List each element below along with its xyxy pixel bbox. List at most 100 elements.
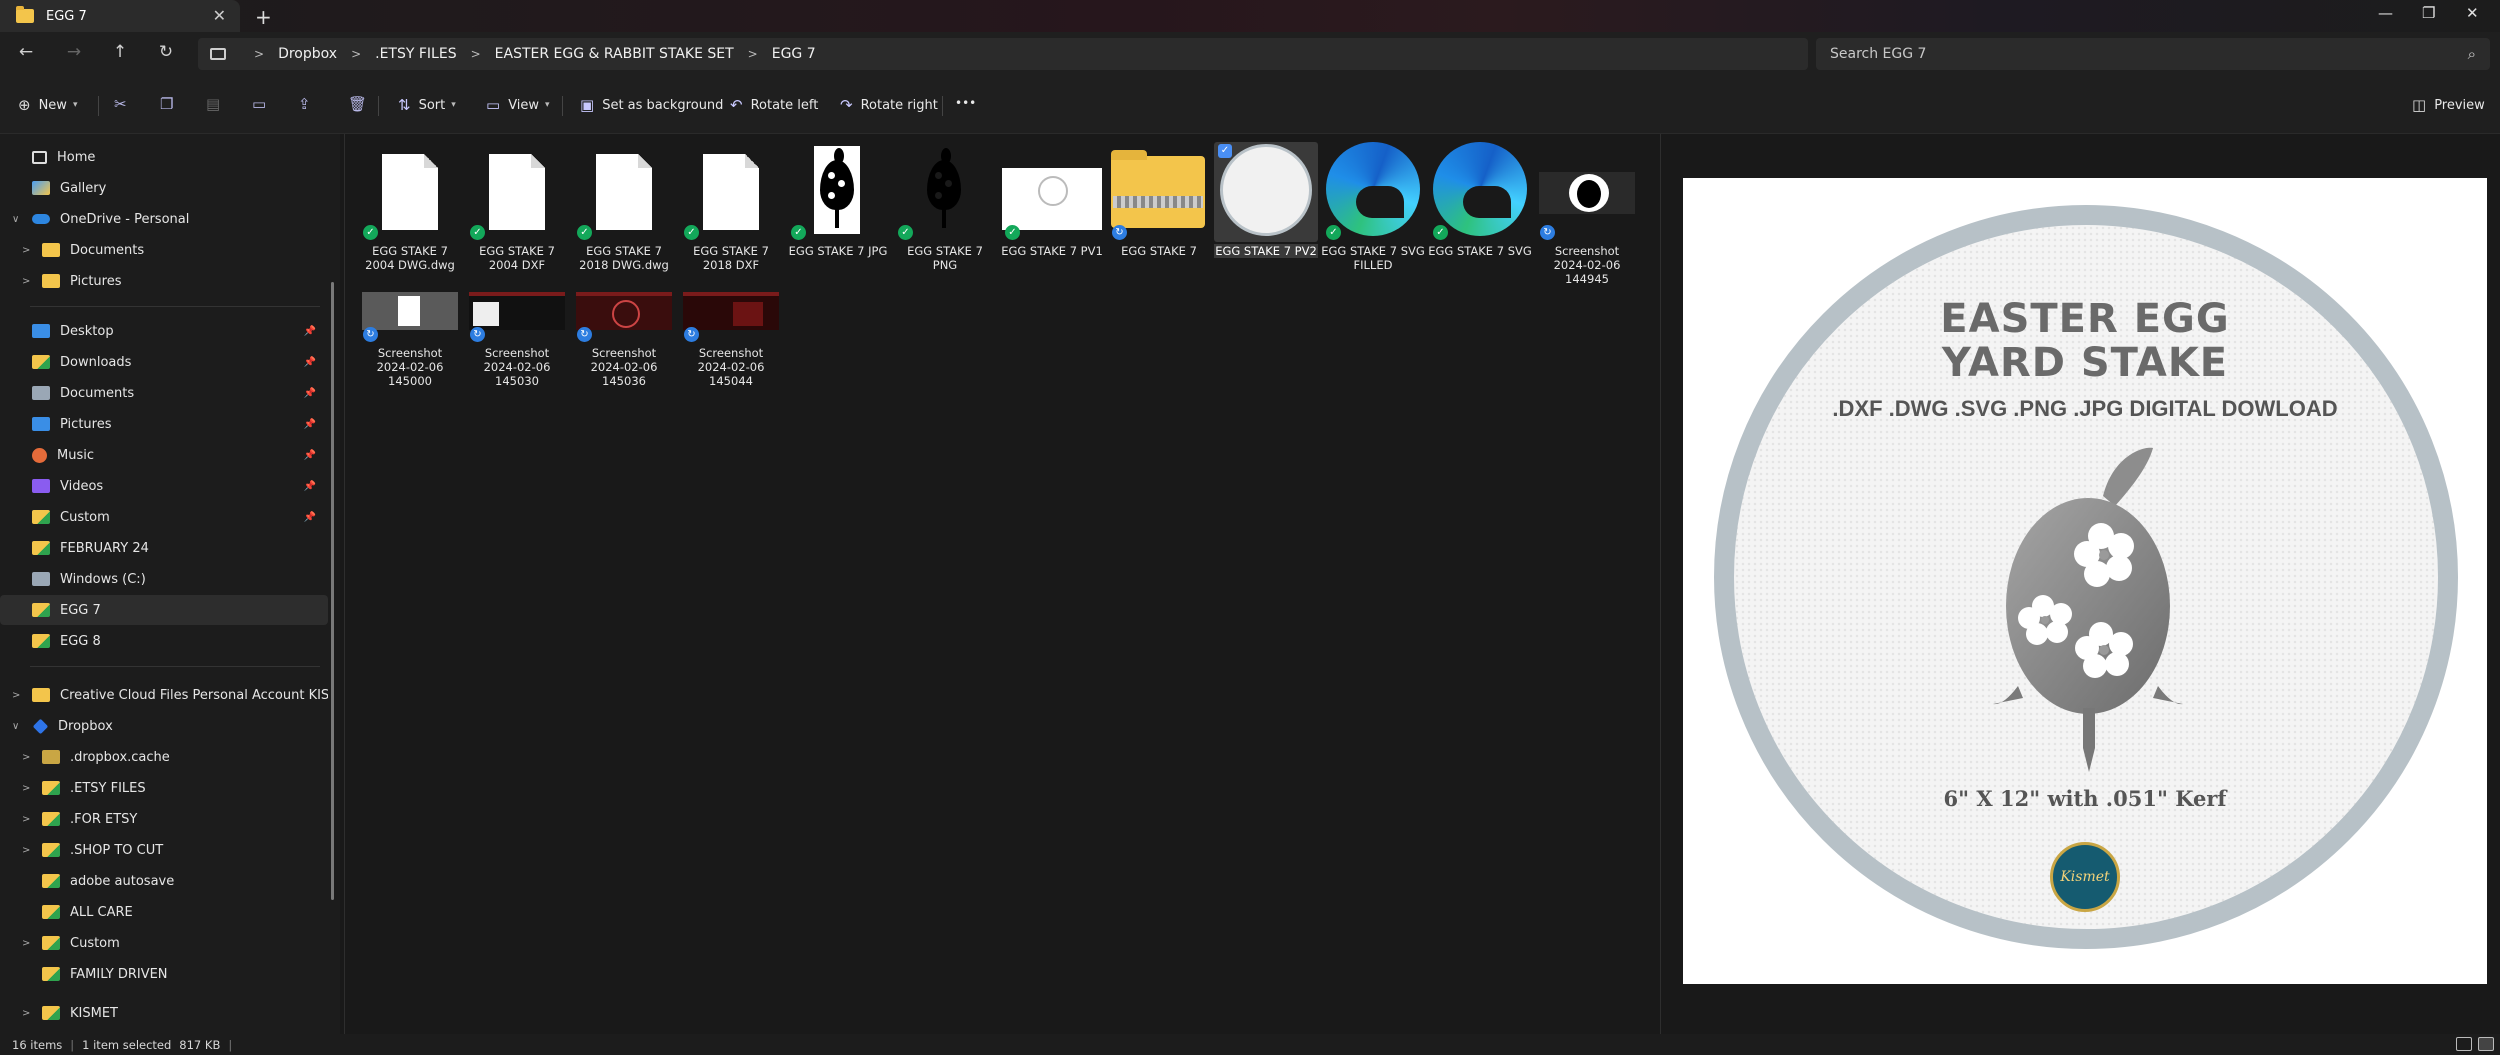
file-item-egg-stake-7-2018-dxf[interactable]: ✓ EGG STAKE 7 2018 DXF bbox=[679, 142, 783, 272]
rename-icon[interactable]: ▭ bbox=[252, 95, 266, 113]
chevron-right-icon[interactable]: > bbox=[12, 690, 20, 701]
preview-divider[interactable] bbox=[1660, 134, 1661, 1034]
file-item-egg-stake-7-pv2[interactable]: ✓ EGG STAKE 7 PV2 bbox=[1214, 142, 1318, 258]
sidebar-item-kismet[interactable]: > KISMET bbox=[0, 1000, 328, 1026]
sidebar-item-onedrive-pictures[interactable]: > Pictures bbox=[0, 266, 328, 296]
pin-icon[interactable]: 📌 bbox=[304, 512, 316, 523]
sidebar-item-creative-cloud[interactable]: > Creative Cloud Files Personal Account … bbox=[0, 680, 328, 710]
more-options-button[interactable]: ••• bbox=[955, 96, 976, 110]
sidebar-item-desktop[interactable]: Desktop 📌 bbox=[0, 316, 328, 346]
rotate-left-button[interactable]: ↶ Rotate left bbox=[730, 96, 818, 114]
chevron-right-icon[interactable]: > bbox=[22, 845, 30, 856]
tab-egg-7[interactable]: EGG 7 ✕ bbox=[0, 0, 240, 32]
sidebar-item-gallery[interactable]: Gallery bbox=[0, 173, 328, 203]
search-input[interactable]: Search EGG 7 ⌕ bbox=[1816, 38, 2490, 70]
file-item-egg-stake-7-svg-filled[interactable]: ✓ EGG STAKE 7 SVG FILLED bbox=[1321, 142, 1425, 272]
minimize-button[interactable]: — bbox=[2378, 4, 2393, 22]
file-item-screenshot-145044[interactable]: ↻ Screenshot 2024-02-06 145044 bbox=[679, 282, 783, 388]
sidebar-item-custom-dropbox[interactable]: > Custom bbox=[0, 928, 328, 958]
breadcrumb-etsy-files[interactable]: .ETSY FILES bbox=[375, 46, 456, 62]
sidebar-item-dropbox-cache[interactable]: > .dropbox.cache bbox=[0, 742, 328, 772]
sidebar-item-egg-8[interactable]: EGG 8 bbox=[0, 626, 328, 656]
sidebar-item-onedrive[interactable]: ∨ OneDrive - Personal bbox=[0, 204, 328, 234]
delete-icon[interactable]: 🗑 bbox=[348, 95, 367, 113]
file-item-egg-stake-7-jpg[interactable]: ✓ EGG STAKE 7 JPG bbox=[786, 142, 890, 258]
pin-icon[interactable]: 📌 bbox=[304, 357, 316, 368]
chevron-right-icon[interactable]: > bbox=[22, 814, 30, 825]
sidebar-item-downloads[interactable]: Downloads 📌 bbox=[0, 347, 328, 377]
file-item-screenshot-145000[interactable]: ↻ Screenshot 2024-02-06 145000 bbox=[358, 282, 462, 388]
chevron-down-icon[interactable]: ∨ bbox=[12, 214, 19, 225]
set-as-background-button[interactable]: ▣ Set as background bbox=[580, 96, 723, 114]
sidebar-item-etsy-files[interactable]: > .ETSY FILES bbox=[0, 773, 328, 803]
view-button[interactable]: ▭ View ▾ bbox=[486, 96, 550, 114]
rotate-right-button[interactable]: ↷ Rotate right bbox=[840, 96, 938, 114]
chevron-right-icon[interactable]: > bbox=[22, 752, 30, 763]
file-item-egg-stake-7-2004-dxf[interactable]: ✓ EGG STAKE 7 2004 DXF bbox=[465, 142, 569, 272]
sidebar-item-windows-c[interactable]: Windows (C:) bbox=[0, 564, 328, 594]
sidebar-item-home[interactable]: Home bbox=[0, 142, 328, 172]
large-icons-view-icon[interactable] bbox=[2478, 1037, 2494, 1051]
file-item-screenshot-144945[interactable]: ↻ Screenshot 2024-02-06 144945 bbox=[1535, 142, 1639, 286]
chevron-right-icon[interactable]: > bbox=[254, 47, 264, 61]
sidebar-item-documents[interactable]: Documents 📌 bbox=[0, 378, 328, 408]
this-pc-icon[interactable] bbox=[210, 48, 226, 60]
file-item-egg-stake-7-svg[interactable]: ✓ EGG STAKE 7 SVG bbox=[1428, 142, 1532, 258]
pin-icon[interactable]: 📌 bbox=[304, 326, 316, 337]
sidebar-item-onedrive-documents[interactable]: > Documents bbox=[0, 235, 328, 265]
sidebar-item-february-24[interactable]: FEBRUARY 24 bbox=[0, 533, 328, 563]
pin-icon[interactable]: 📌 bbox=[304, 388, 316, 399]
paste-icon[interactable]: ▤ bbox=[206, 95, 220, 113]
close-window-button[interactable]: ✕ bbox=[2466, 4, 2479, 22]
chevron-right-icon[interactable]: > bbox=[22, 1008, 30, 1019]
file-item-egg-stake-7-pv1[interactable]: ✓ EGG STAKE 7 PV1 bbox=[1000, 142, 1104, 258]
chevron-right-icon[interactable]: > bbox=[22, 938, 30, 949]
sidebar-item-music[interactable]: Music 📌 bbox=[0, 440, 328, 470]
search-icon[interactable]: ⌕ bbox=[2468, 45, 2476, 63]
chevron-right-icon[interactable]: > bbox=[22, 276, 30, 287]
cut-icon[interactable]: ✂ bbox=[114, 95, 127, 113]
sidebar-item-for-etsy[interactable]: > .FOR ETSY bbox=[0, 804, 328, 834]
sidebar-item-videos[interactable]: Videos 📌 bbox=[0, 471, 328, 501]
back-button[interactable]: ← bbox=[14, 42, 38, 62]
details-view-icon[interactable] bbox=[2456, 1037, 2472, 1051]
pin-icon[interactable]: 📌 bbox=[304, 419, 316, 430]
close-tab-icon[interactable]: ✕ bbox=[213, 6, 226, 25]
chevron-right-icon[interactable]: > bbox=[22, 783, 30, 794]
file-item-egg-stake-7-2018-dwg[interactable]: ✓ EGG STAKE 7 2018 DWG.dwg bbox=[572, 142, 676, 272]
new-button[interactable]: ⊕ New ▾ bbox=[18, 96, 77, 114]
chevron-down-icon[interactable]: ∨ bbox=[12, 721, 19, 732]
file-item-egg-stake-7-zip[interactable]: ↻ EGG STAKE 7 bbox=[1107, 142, 1211, 258]
sidebar-item-pictures[interactable]: Pictures 📌 bbox=[0, 409, 328, 439]
share-icon[interactable]: ⇪ bbox=[298, 95, 311, 113]
file-item-screenshot-145030[interactable]: ↻ Screenshot 2024-02-06 145030 bbox=[465, 282, 569, 388]
maximize-button[interactable]: ❐ bbox=[2422, 4, 2435, 22]
pin-icon[interactable]: 📌 bbox=[304, 481, 316, 492]
new-tab-button[interactable]: + bbox=[255, 5, 272, 29]
sort-button[interactable]: ⇅ Sort ▾ bbox=[398, 96, 456, 114]
pin-icon[interactable]: 📌 bbox=[304, 450, 316, 461]
copy-icon[interactable]: ❐ bbox=[160, 95, 173, 113]
chevron-right-icon[interactable]: > bbox=[351, 47, 361, 61]
preview-pane-button[interactable]: ◫ Preview bbox=[2412, 96, 2485, 114]
sidebar-item-egg-7[interactable]: EGG 7 bbox=[0, 595, 328, 625]
file-item-egg-stake-7-2004-dwg[interactable]: ✓ EGG STAKE 7 2004 DWG.dwg bbox=[358, 142, 462, 272]
file-item-screenshot-145036[interactable]: ↻ Screenshot 2024-02-06 145036 bbox=[572, 282, 676, 388]
up-button[interactable]: ↑ bbox=[108, 42, 132, 62]
selected-checkbox[interactable]: ✓ bbox=[1218, 144, 1232, 158]
breadcrumb-egg-7[interactable]: EGG 7 bbox=[772, 46, 816, 62]
sidebar-scrollbar[interactable] bbox=[331, 282, 334, 900]
forward-button[interactable]: → bbox=[62, 42, 86, 62]
sidebar-item-family-driven[interactable]: FAMILY DRIVEN bbox=[0, 959, 328, 989]
sidebar-item-adobe-autosave[interactable]: adobe autosave bbox=[0, 866, 328, 896]
file-item-egg-stake-7-png[interactable]: ✓ EGG STAKE 7 PNG bbox=[893, 142, 997, 272]
chevron-right-icon[interactable]: > bbox=[471, 47, 481, 61]
refresh-button[interactable]: ↻ bbox=[154, 42, 178, 62]
sidebar-item-all-care[interactable]: ALL CARE bbox=[0, 897, 328, 927]
breadcrumb-dropbox[interactable]: Dropbox bbox=[278, 46, 337, 62]
sidebar-item-dropbox[interactable]: ∨ Dropbox bbox=[0, 711, 328, 741]
chevron-right-icon[interactable]: > bbox=[22, 245, 30, 256]
address-bar[interactable]: > Dropbox > .ETSY FILES > EASTER EGG & R… bbox=[198, 38, 1808, 70]
sidebar-item-custom[interactable]: Custom 📌 bbox=[0, 502, 328, 532]
chevron-right-icon[interactable]: > bbox=[748, 47, 758, 61]
